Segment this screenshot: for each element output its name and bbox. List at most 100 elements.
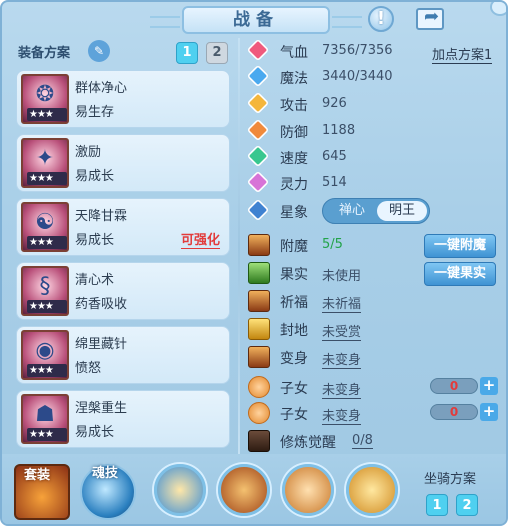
skill-name: 涅槃重生: [75, 401, 128, 416]
skill-desc: 愤怒: [75, 361, 102, 376]
child-counter-2: 0: [430, 404, 478, 420]
mount-plan-label: 坐骑方案: [424, 472, 477, 487]
share-button[interactable]: [416, 6, 444, 30]
heart-icon: [246, 38, 270, 62]
flail-icon: ✦: [35, 146, 55, 171]
close-button[interactable]: [490, 2, 506, 16]
stat-label: 灵力: [280, 177, 308, 193]
extra-value[interactable]: 0/8: [352, 433, 373, 449]
soul-skill-label: 魂技: [92, 466, 119, 481]
mask-icon: ☗: [35, 402, 55, 427]
skill-desc: 易生存: [75, 105, 115, 120]
skill-name: 激励: [75, 145, 102, 160]
extra-value[interactable]: 未祈福: [322, 293, 362, 313]
dragon-icon: ❂: [35, 82, 55, 107]
plan-button-1[interactable]: 1: [176, 42, 198, 64]
soul-skill-button[interactable]: 魂技: [80, 464, 136, 520]
stat-value: 514: [322, 175, 347, 190]
stat-value: 1188: [322, 123, 356, 138]
orb-icon: ◉: [35, 338, 55, 363]
extra-row-fief[interactable]: 封地 未受赏: [248, 318, 378, 341]
stat-value: 926: [322, 96, 347, 111]
stat-value: 7356/7356: [322, 43, 393, 58]
skill-desc: 易成长: [75, 169, 115, 184]
enchant-icon: [248, 234, 270, 256]
upgrade-available-tag[interactable]: 可强化: [181, 229, 221, 249]
toggle-option-chanxin[interactable]: 禅心: [327, 201, 377, 221]
mount-slot-4[interactable]: [346, 464, 398, 516]
mount-slot-1[interactable]: [154, 464, 206, 516]
extra-value: 未使用: [322, 269, 362, 284]
toggle-option-mingwang[interactable]: 明王: [377, 201, 427, 221]
stat-row-atk: 攻击 926: [246, 91, 408, 115]
extra-value[interactable]: 未受赏: [322, 321, 362, 341]
extra-label: 修炼觉醒: [280, 435, 336, 451]
help-button[interactable]: !: [368, 6, 394, 32]
stat-row-mp: 魔法 3440/3440: [246, 64, 408, 88]
extra-row-fruit: 果实 未使用: [248, 262, 368, 284]
child-counter-1: 0: [430, 378, 478, 394]
extra-value[interactable]: 未变身: [322, 379, 362, 399]
child-icon: [248, 376, 270, 398]
skill-item[interactable]: ☗ ★★★ 涅槃重生 易成长: [16, 390, 230, 448]
extra-row-awaken[interactable]: 修炼觉醒 0/8: [248, 430, 388, 452]
skill-stars: ★★★: [27, 300, 67, 313]
enchant-all-button[interactable]: 一键附魔: [424, 234, 496, 258]
extra-label: 祈福: [280, 295, 308, 311]
stat-row-spi: 灵力 514: [246, 170, 408, 194]
skill-stars: ★★★: [27, 364, 67, 377]
extra-row-child-2[interactable]: 子女 未变身: [248, 402, 378, 425]
extra-row-child-1[interactable]: 子女 未变身: [248, 376, 378, 399]
skill-item[interactable]: § ★★★ 清心术 药香吸收: [16, 262, 230, 320]
mount-plan-button-1[interactable]: 1: [426, 494, 448, 516]
stat-row-xing: 星象: [246, 198, 318, 222]
serpent-icon: §: [39, 274, 51, 299]
extra-label: 子女: [280, 407, 308, 423]
child-plus-button-2[interactable]: +: [480, 403, 498, 421]
skill-icon: ☗ ★★★: [21, 394, 69, 444]
skill-stars: ★★★: [27, 236, 67, 249]
skill-name: 群体净心: [75, 81, 128, 96]
skill-item[interactable]: ☯ ★★★ 天降甘霖 易成长 可强化: [16, 198, 230, 256]
skill-item[interactable]: ◉ ★★★ 绵里藏针 愤怒: [16, 326, 230, 384]
extra-value: 5/5: [322, 237, 343, 252]
fruit-icon: [248, 262, 270, 284]
extra-label: 附魔: [280, 239, 308, 255]
skill-icon: § ★★★: [21, 266, 69, 316]
equipment-panel: 战备 ! 装备方案 ✎ 1 2 ❂ ★★★ 群体净心 易生存 ✦ ★★★ 激励 …: [0, 0, 508, 526]
suit-label: 套装: [24, 468, 51, 483]
skill-item[interactable]: ✦ ★★★ 激励 易成长: [16, 134, 230, 192]
stat-row-hp: 气血 7356/7356: [246, 38, 408, 62]
mount-slot-3[interactable]: [282, 464, 334, 516]
awaken-icon: [248, 430, 270, 452]
sorcerer-icon: ☯: [35, 210, 55, 235]
extra-row-transform[interactable]: 变身 未变身: [248, 346, 378, 369]
stat-row-spd: 速度 645: [246, 144, 408, 168]
mana-icon: [246, 64, 270, 88]
extra-row-enchant: 附魔 5/5: [248, 234, 368, 256]
edit-plan-button[interactable]: ✎: [88, 40, 110, 62]
skill-item[interactable]: ❂ ★★★ 群体净心 易生存: [16, 70, 230, 128]
speed-icon: [246, 144, 270, 168]
xing-toggle[interactable]: 禅心 明王: [322, 198, 430, 224]
mount-plan-button-2[interactable]: 2: [456, 494, 478, 516]
child-plus-button-1[interactable]: +: [480, 377, 498, 395]
extra-value[interactable]: 未变身: [322, 349, 362, 369]
extra-value[interactable]: 未变身: [322, 405, 362, 425]
mount-slot-2[interactable]: [218, 464, 270, 516]
skill-desc: 药香吸收: [75, 297, 128, 312]
stat-label: 攻击: [280, 98, 308, 114]
skill-name: 清心术: [75, 273, 115, 288]
fruit-all-button[interactable]: 一键果实: [424, 262, 496, 286]
stat-label: 防御: [280, 125, 308, 141]
extra-row-pray[interactable]: 祈福 未祈福: [248, 290, 378, 313]
skill-stars: ★★★: [27, 108, 67, 121]
page-title: 战备: [150, 6, 362, 34]
suit-button[interactable]: 套装: [14, 464, 70, 520]
skill-icon: ◉ ★★★: [21, 330, 69, 380]
counter-value: 0: [449, 405, 459, 419]
plan-button-2[interactable]: 2: [206, 42, 228, 64]
addpoint-plan-link[interactable]: 加点方案1: [432, 44, 493, 64]
spirit-icon: [246, 170, 270, 194]
stat-row-def: 防御 1188: [246, 118, 408, 142]
